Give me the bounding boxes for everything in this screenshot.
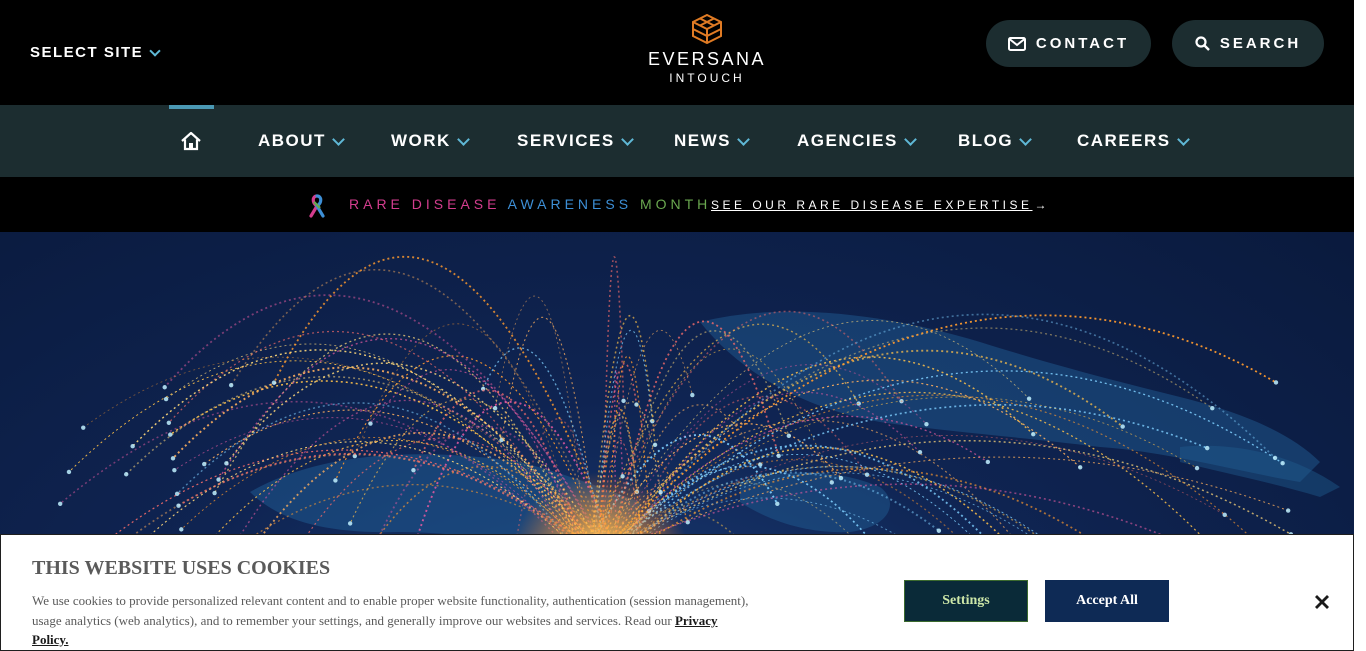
cookie-title: THIS WEBSITE USES COOKIES: [32, 557, 331, 579]
logo-subtitle: INTOUCH: [669, 71, 745, 85]
cookie-body-text: We use cookies to provide personalized r…: [32, 593, 749, 628]
arrow-right-icon: →: [1034, 198, 1051, 212]
mail-icon: [1007, 36, 1026, 51]
nav-item-blog[interactable]: BLOG: [958, 131, 1032, 151]
nav-item-label: WORK: [391, 131, 451, 150]
nav-item-label: CAREERS: [1077, 131, 1171, 150]
cookie-description: We use cookies to provide personalized r…: [32, 591, 752, 650]
chevron-down-icon: [1176, 132, 1190, 146]
chevron-down-icon: [1019, 132, 1032, 146]
search-button[interactable]: SEARCH: [1172, 20, 1324, 67]
nav-item-about[interactable]: ABOUT: [258, 131, 345, 151]
chevron-down-icon: [456, 132, 470, 146]
site-header: SELECT SITE EVERSANA INTOUCH CONTACT SEA…: [0, 0, 1354, 105]
chevron-down-icon: [620, 132, 634, 146]
cookie-settings-button[interactable]: Settings: [904, 580, 1028, 622]
nav-item-label: NEWS: [674, 131, 731, 150]
search-label: SEARCH: [1219, 35, 1302, 52]
search-icon: [1195, 36, 1210, 51]
cookie-banner: THIS WEBSITE USES COOKIES We use cookies…: [0, 534, 1354, 651]
accept-all-button[interactable]: Accept All: [1045, 580, 1169, 622]
announcement-word-awareness: AWARENESS: [507, 196, 633, 212]
nav-item-services[interactable]: SERVICES: [517, 131, 634, 151]
site-logo[interactable]: EVERSANA INTOUCH: [640, 14, 774, 85]
rare-disease-expertise-link[interactable]: SEE OUR RARE DISEASE EXPERTISE →: [711, 198, 1050, 212]
nav-item-work[interactable]: WORK: [391, 131, 470, 151]
announcement-word-disease: DISEASE: [411, 196, 501, 212]
nav-item-agencies[interactable]: AGENCIES: [797, 131, 917, 151]
page-scrollbar[interactable]: [1354, 0, 1366, 651]
chevron-down-icon: [332, 132, 345, 146]
chevron-down-icon: [737, 132, 750, 146]
expertise-link-label: SEE OUR RARE DISEASE EXPERTISE: [711, 198, 1033, 212]
announcement-bar: RARE DISEASE AWARENESS MONTH SEE OUR RAR…: [0, 177, 1354, 232]
announcement-text: RARE DISEASE AWARENESS MONTH: [349, 196, 711, 212]
nav-item-news[interactable]: NEWS: [674, 131, 750, 151]
select-site-label: SELECT SITE: [30, 44, 144, 61]
chevron-down-icon: [149, 44, 161, 57]
main-nav: ABOUT WORK SERVICES NEWS AGENCIES BLOG C…: [0, 105, 1354, 177]
logo-wordmark: EVERSANA: [647, 49, 767, 69]
close-icon[interactable]: [1312, 592, 1332, 612]
nav-item-label: ABOUT: [258, 131, 326, 150]
select-site-dropdown[interactable]: SELECT SITE: [30, 44, 161, 61]
logo-mark-icon: [692, 14, 722, 44]
nav-active-indicator: [169, 105, 214, 109]
chevron-down-icon: [903, 132, 917, 146]
contact-label: CONTACT: [1035, 35, 1130, 52]
home-icon[interactable]: [180, 130, 202, 152]
nav-item-label: BLOG: [958, 131, 1014, 150]
announcement-word-rare: RARE: [349, 196, 404, 212]
contact-button[interactable]: CONTACT: [986, 20, 1151, 67]
nav-item-label: SERVICES: [517, 131, 615, 150]
nav-item-careers[interactable]: CAREERS: [1077, 131, 1190, 151]
nav-item-label: AGENCIES: [797, 131, 898, 150]
awareness-ribbon-icon: [309, 194, 325, 218]
announcement-word-month: MONTH: [639, 196, 712, 212]
